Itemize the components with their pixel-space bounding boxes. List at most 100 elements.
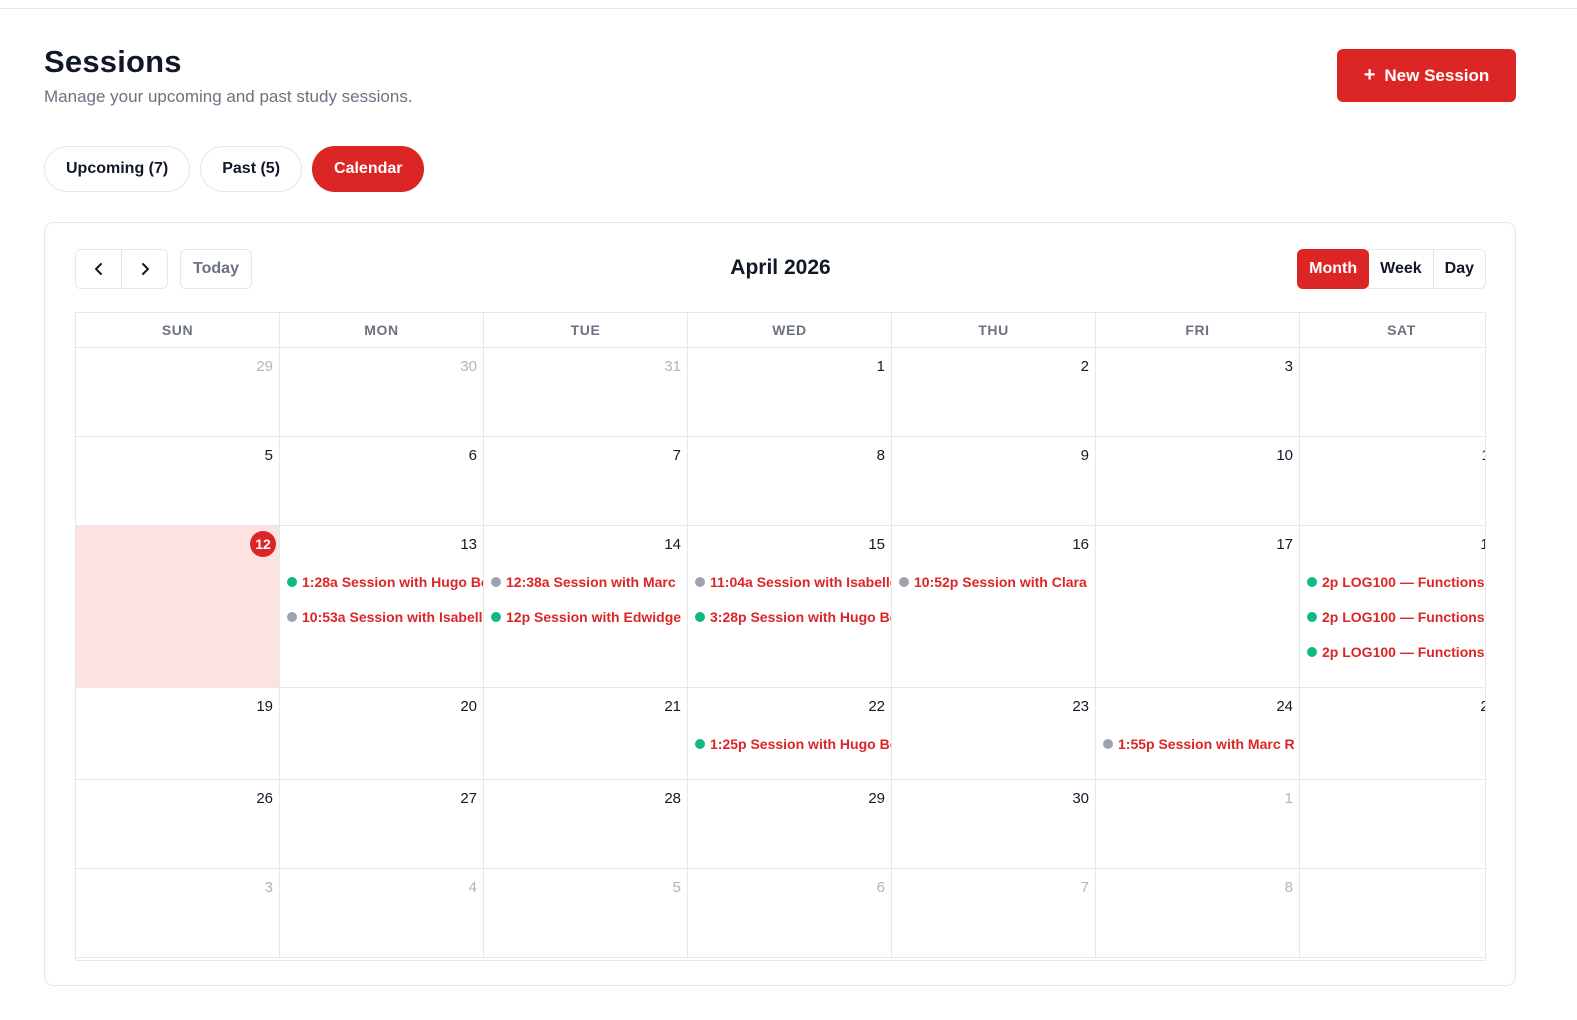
day-cell[interactable]: 16 10:52p Session with Clara [892,526,1096,687]
day-cell[interactable]: 4 [1300,348,1485,436]
day-cell[interactable]: 20 [280,688,484,779]
day-cell[interactable]: 3 [1096,348,1300,436]
month-grid: SUNMONTUEWEDTHUFRISAT 293031123456789101… [75,312,1486,961]
day-number: 27 [460,790,477,807]
tab-upcoming[interactable]: Upcoming (7) [44,146,191,192]
calendar-event[interactable]: 2p LOG100 — Functions [1307,643,1485,661]
day-cell[interactable]: 8 [688,437,892,525]
day-number: 8 [1284,879,1293,896]
status-dot-icon [287,612,297,622]
day-number: 23 [1072,698,1089,715]
calendar-event[interactable]: 2p LOG100 — Functions [1307,573,1485,591]
day-cell[interactable]: 3 [76,869,280,957]
day-cell[interactable]: 14 12:38a Session with Marc 12p Session wi… [484,526,688,687]
day-cell[interactable]: 182p LOG100 — Functions2p LOG100 — Funct… [1300,526,1485,687]
day-cell[interactable]: 22 1:25p Session with Hugo Bertrand [688,688,892,779]
event-time: 12p [506,609,531,625]
day-cell[interactable]: 21 [484,688,688,779]
page-subtitle: Manage your upcoming and past study sess… [44,87,413,106]
calendar-event[interactable]: 12p Session with Edwidge [491,608,687,626]
event-list: 10:52p Session with Clara [899,573,1095,608]
day-cell[interactable]: 10 [1096,437,1300,525]
day-cell[interactable]: 2 [1300,780,1485,868]
day-cell[interactable]: 4 [280,869,484,957]
day-number: 14 [664,536,681,553]
day-number: 16 [1072,536,1089,553]
today-button[interactable]: Today [180,249,252,289]
calendar-event[interactable]: 12:38a Session with Marc [491,573,687,591]
day-cell[interactable]: 17 [1096,526,1300,687]
day-number: 6 [876,879,885,896]
today-date-badge: 12 [250,531,276,557]
day-cell[interactable]: 2 [892,348,1096,436]
day-cell[interactable]: 6 [688,869,892,957]
event-title: Session with Marc [553,574,676,590]
day-cell[interactable]: 5 [76,437,280,525]
day-cell[interactable]: 7 [484,437,688,525]
day-number: 1 [876,358,885,375]
week-row: 12 13 1:28a Session with Hugo Bertrand 10:5… [76,526,1485,688]
calendar-event[interactable]: 10:52p Session with Clara [899,573,1095,591]
day-number: 30 [1072,790,1089,807]
day-cell[interactable]: 6 [280,437,484,525]
status-dot-icon [1103,739,1113,749]
calendar-event[interactable]: 10:53a Session with Isabelle [287,608,483,626]
day-number: 25 [1480,698,1485,715]
day-number: 5 [264,447,273,464]
day-cell[interactable]: 15 11:04a Session with Isabelle 3:28p Sess… [688,526,892,687]
view-month-button[interactable]: Month [1297,249,1370,289]
status-dot-icon [899,577,909,587]
event-label: 1:55p Session with Marc R [1118,736,1295,752]
day-number: 13 [460,536,477,553]
day-number: 30 [460,358,477,375]
chevron-right-icon [141,263,149,275]
day-cell[interactable]: 25 [1300,688,1485,779]
event-title: Session with Isabelle [349,609,483,625]
day-cell[interactable]: 1 [1096,780,1300,868]
next-month-button[interactable] [121,249,168,289]
event-label: 11:04a Session with Isabelle [710,574,891,590]
event-time: 11:04a [710,574,753,590]
weekday-header: SUN MON TUE WED THU FRI SAT [76,313,1485,348]
event-title: Session with Hugo Bertrand [750,736,891,752]
day-cell[interactable]: 9 [892,437,1096,525]
day-number: 19 [256,698,273,715]
day-cell[interactable]: 28 [484,780,688,868]
prev-month-button[interactable] [75,249,122,289]
day-number: 22 [868,698,885,715]
day-cell[interactable]: 13 1:28a Session with Hugo Bertrand 10:53a… [280,526,484,687]
day-cell[interactable]: 1 [688,348,892,436]
day-cell[interactable]: 29 [76,348,280,436]
day-number: 11 [1481,447,1485,464]
status-dot-icon [695,612,705,622]
day-cell[interactable]: 30 [280,348,484,436]
calendar-event[interactable]: 1:55p Session with Marc R [1103,735,1299,753]
day-cell[interactable]: 23 [892,688,1096,779]
calendar-event[interactable]: 1:28a Session with Hugo Bertrand [287,573,483,591]
new-session-button[interactable]: + New Session [1337,49,1516,102]
day-cell[interactable]: 19 [76,688,280,779]
day-cell[interactable]: 9 [1300,869,1485,957]
view-week-button[interactable]: Week [1368,249,1434,289]
view-day-button[interactable]: Day [1432,249,1486,289]
status-dot-icon [287,577,297,587]
status-dot-icon [695,739,705,749]
calendar-event[interactable]: 3:28p Session with Hugo Bertrand [695,608,891,626]
day-cell[interactable]: 5 [484,869,688,957]
calendar-event[interactable]: 2p LOG100 — Functions [1307,608,1485,626]
calendar-event[interactable]: 1:25p Session with Hugo Bertrand [695,735,891,753]
tab-past[interactable]: Past (5) [200,146,303,192]
day-cell[interactable]: 11 [1300,437,1485,525]
day-cell[interactable]: 26 [76,780,280,868]
tab-calendar[interactable]: Calendar [312,146,425,192]
day-cell[interactable]: 31 [484,348,688,436]
day-cell[interactable]: 30 [892,780,1096,868]
day-cell[interactable]: 29 [688,780,892,868]
day-cell[interactable]: 27 [280,780,484,868]
day-number: 29 [256,358,273,375]
day-cell[interactable]: 8 [1096,869,1300,957]
calendar-event[interactable]: 11:04a Session with Isabelle [695,573,891,591]
day-cell-today[interactable]: 12 [76,526,280,687]
day-cell[interactable]: 24 1:55p Session with Marc R [1096,688,1300,779]
day-cell[interactable]: 7 [892,869,1096,957]
